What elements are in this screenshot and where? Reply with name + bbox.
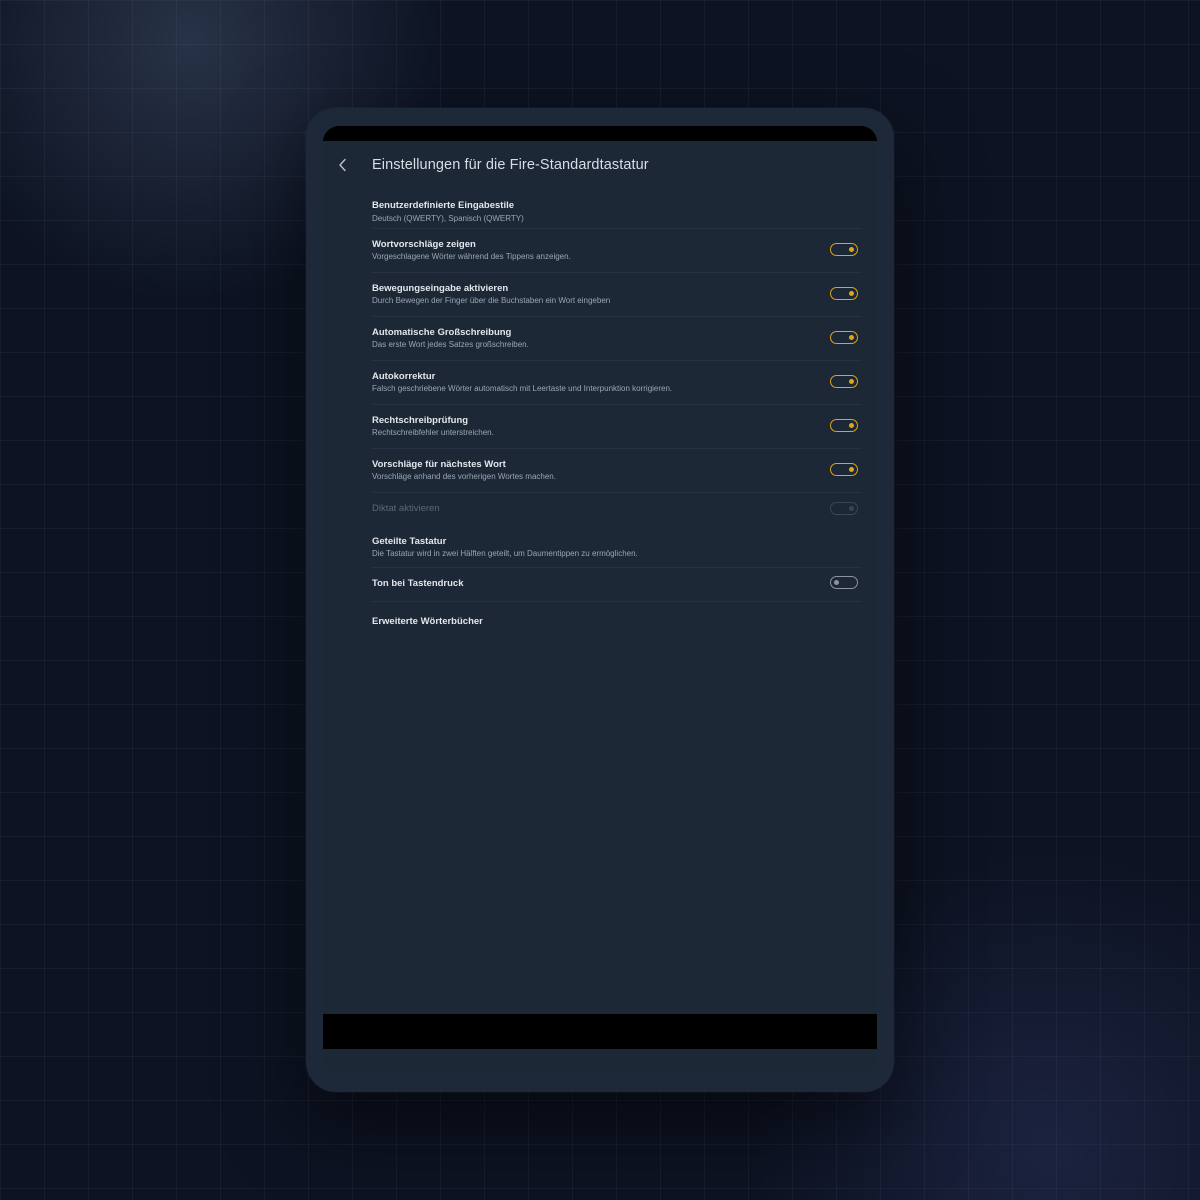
toggle-switch-on[interactable] bbox=[830, 287, 858, 300]
setting-title: Diktat aktivieren bbox=[372, 503, 440, 514]
setting-subtitle: Vorschläge anhand des vorherigen Wortes … bbox=[372, 472, 556, 481]
setting-title: Bewegungseingabe aktivieren bbox=[372, 283, 509, 294]
setting-subtitle: Falsch geschriebene Wörter automatisch m… bbox=[372, 384, 673, 393]
status-bar bbox=[323, 126, 877, 141]
setting-title: Automatische Großschreibung bbox=[372, 327, 512, 338]
setting-title: Autokorrektur bbox=[372, 371, 436, 382]
setting-split-keyboard[interactable]: Geteilte Tastatur Die Tastatur wird in z… bbox=[372, 526, 862, 568]
setting-subtitle: Deutsch (QWERTY), Spanisch (QWERTY) bbox=[372, 214, 524, 223]
setting-subtitle: Durch Bewegen der Finger über die Buchst… bbox=[372, 296, 611, 305]
setting-title: Rechtschreibprüfung bbox=[372, 415, 469, 426]
setting-title: Vorschläge für nächstes Wort bbox=[372, 459, 506, 470]
toggle-switch-off[interactable] bbox=[830, 576, 858, 589]
toggle-switch-disabled bbox=[830, 502, 858, 515]
setting-keypress-sound[interactable]: Ton bei Tastendruck bbox=[372, 568, 862, 602]
toggle-knob bbox=[849, 247, 854, 252]
setting-next-word-suggestions[interactable]: Vorschläge für nächstes Wort Vorschläge … bbox=[372, 449, 862, 493]
toggle-knob bbox=[849, 335, 854, 340]
setting-title: Erweiterte Wörterbücher bbox=[372, 616, 483, 627]
toggle-switch-on[interactable] bbox=[830, 243, 858, 256]
setting-subtitle: Vorgeschlagene Wörter während des Tippen… bbox=[372, 252, 571, 261]
toggle-switch-on[interactable] bbox=[830, 419, 858, 432]
device-screen: Einstellungen für die Fire-Standardtasta… bbox=[323, 126, 877, 1074]
setting-subtitle: Das erste Wort jedes Satzes großschreibe… bbox=[372, 340, 529, 349]
back-button[interactable] bbox=[329, 151, 357, 179]
toggle-knob bbox=[849, 379, 854, 384]
setting-extended-dictionaries[interactable]: Erweiterte Wörterbücher bbox=[372, 602, 862, 642]
setting-auto-capitalization[interactable]: Automatische Großschreibung Das erste Wo… bbox=[372, 317, 862, 361]
setting-dictation: Diktat aktivieren bbox=[372, 493, 862, 526]
toggle-knob bbox=[849, 423, 854, 428]
setting-input-styles[interactable]: Benutzerdefinierte Eingabestile Deutsch … bbox=[372, 189, 862, 229]
toggle-switch-on[interactable] bbox=[830, 375, 858, 388]
setting-title: Geteilte Tastatur bbox=[372, 536, 447, 547]
toggle-knob bbox=[849, 506, 854, 511]
setting-word-suggestions[interactable]: Wortvorschläge zeigen Vorgeschlagene Wör… bbox=[372, 229, 862, 273]
setting-title: Benutzerdefinierte Eingabestile bbox=[372, 200, 515, 211]
toggle-switch-on[interactable] bbox=[830, 463, 858, 476]
toggle-knob bbox=[834, 580, 839, 585]
toggle-knob bbox=[849, 291, 854, 296]
tablet-device: Einstellungen für die Fire-Standardtasta… bbox=[306, 108, 894, 1092]
setting-title: Wortvorschläge zeigen bbox=[372, 239, 476, 250]
setting-title: Ton bei Tastendruck bbox=[372, 578, 464, 589]
page-title: Einstellungen für die Fire-Standardtasta… bbox=[372, 157, 649, 173]
chevron-left-icon bbox=[339, 158, 346, 172]
toggle-switch-on[interactable] bbox=[830, 331, 858, 344]
setting-subtitle: Die Tastatur wird in zwei Hälften geteil… bbox=[372, 549, 638, 558]
setting-autocorrect[interactable]: Autokorrektur Falsch geschriebene Wörter… bbox=[372, 361, 862, 405]
setting-subtitle: Rechtschreibfehler unterstreichen. bbox=[372, 428, 494, 437]
app-header: Einstellungen für die Fire-Standardtasta… bbox=[323, 141, 877, 189]
toggle-knob bbox=[849, 467, 854, 472]
setting-gesture-typing[interactable]: Bewegungseingabe aktivieren Durch Bewege… bbox=[372, 273, 862, 317]
navigation-bar bbox=[323, 1014, 877, 1049]
setting-spell-check[interactable]: Rechtschreibprüfung Rechtschreibfehler u… bbox=[372, 405, 862, 449]
